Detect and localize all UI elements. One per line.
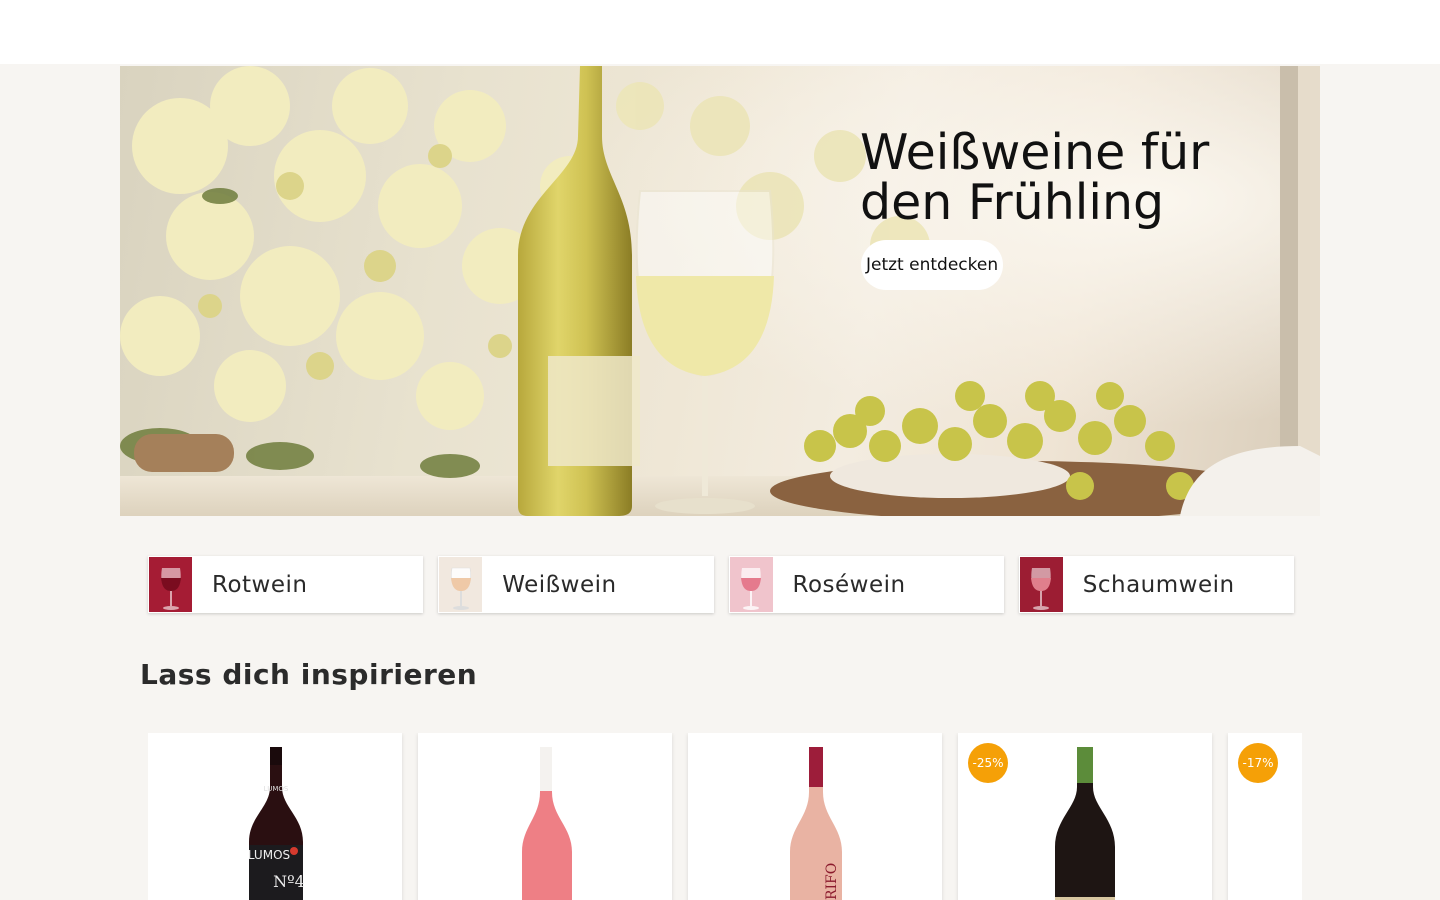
category-label: Rotwein	[212, 571, 308, 598]
wine-bottle-image: LUMOS LUMOS Nº4	[248, 747, 305, 900]
product-card[interactable]: -25%	[958, 733, 1212, 900]
red-wine-glass-icon	[149, 557, 192, 612]
svg-text:LUMOS: LUMOS	[264, 785, 289, 793]
wine-bottle-image	[522, 747, 572, 900]
svg-text:LUMOS: LUMOS	[248, 848, 290, 862]
category-label: Schaumwein	[1082, 571, 1235, 598]
hero-cta-button[interactable]: Jetzt entdecken	[861, 240, 1004, 290]
category-rosewein[interactable]: Roséwein	[728, 556, 1004, 613]
product-card[interactable]: LUMOS LUMOS Nº4	[148, 733, 402, 900]
discount-badge: -17%	[1238, 743, 1278, 783]
product-card[interactable]	[418, 733, 672, 900]
rose-wine-glass-icon	[729, 557, 773, 612]
category-weisswein[interactable]: Weißwein	[438, 556, 714, 613]
wine-bottle-image	[1055, 747, 1115, 900]
category-schaumwein[interactable]: Schaumwein	[1018, 556, 1294, 613]
product-carousel: LUMOS LUMOS Nº4 GRIFO -25% -17%	[148, 733, 1302, 900]
svg-text:GRIFO: GRIFO	[824, 863, 840, 900]
category-list: Rotwein Weißwein Roséwein Schaumwein	[148, 556, 1294, 614]
discount-badge: -25%	[968, 743, 1008, 783]
category-rotwein[interactable]: Rotwein	[148, 556, 424, 613]
hero-banner[interactable]: Weißweine für den Frühling Jetzt entdeck…	[120, 66, 1320, 516]
wine-bottle-image: GRIFO	[790, 747, 842, 900]
inspiration-section-title: Lass dich inspirieren	[140, 658, 478, 691]
top-navigation-bar	[0, 0, 1440, 64]
sparkling-wine-glass-icon	[1019, 557, 1063, 612]
product-card[interactable]: -17%	[1228, 733, 1302, 900]
product-card[interactable]: GRIFO	[688, 733, 942, 900]
category-label: Roséwein	[792, 571, 906, 598]
hero-title: Weißweine für den Frühling	[860, 124, 1210, 231]
white-wine-glass-icon	[439, 557, 483, 612]
svg-text:Nº4: Nº4	[273, 872, 305, 891]
category-label: Weißwein	[502, 571, 617, 598]
